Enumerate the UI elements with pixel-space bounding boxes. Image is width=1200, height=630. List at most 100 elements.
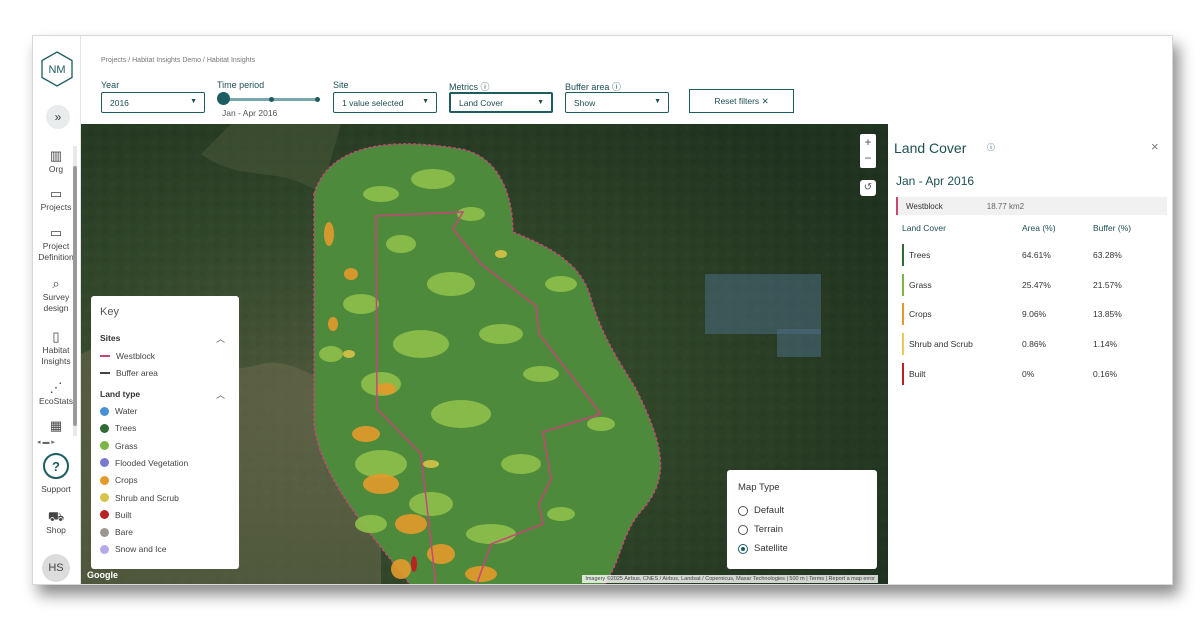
column-header-area: Area (%) [1022,223,1056,233]
legend-item: Flooded Vegetation [100,458,188,468]
water-area [777,329,821,357]
radio-selected-icon[interactable] [738,543,748,554]
year-label: Year [101,80,120,90]
table-row: Grass 25.47% 21.57% [902,273,1162,296]
question-icon: ? [52,458,60,474]
table-cell-area: 64.61% [1022,250,1051,260]
color-swatch [100,510,109,520]
sidebar-horizontal-scrollbar[interactable]: ◂ ▬ ▸ [37,438,55,446]
zoom-out-button[interactable]: − [860,150,876,166]
sites-heading: Sites [100,333,121,343]
sidebar-item-label: EcoStats [38,396,74,406]
legend-item: Grass [100,441,138,451]
map-type-title: Map Type [738,482,780,493]
sidebar-item-label: Survey design [42,292,70,313]
table-cell-name: Shrub and Scrub [909,339,973,350]
table-row: Crops 9.06% 13.85% [902,303,1162,326]
close-icon: ✕ [761,95,769,106]
table-row: Built 0% 0.16% [902,362,1162,385]
reset-filters-button[interactable]: Reset filters ✕ [689,89,794,113]
support-label: Support [41,484,71,494]
sidebar-item-label: Projects [40,202,72,212]
slider-handle[interactable] [217,92,230,105]
app-window: NM » ▥ Org ▭ Projects ▭ Project Definiti… [32,35,1173,585]
column-header-land-cover: Land Cover [902,223,946,233]
color-swatch [100,458,109,468]
radio-icon[interactable] [738,505,748,516]
google-logo: Google [87,570,118,580]
legend-item: Trees [100,423,136,433]
map-type-default[interactable]: Default [738,505,784,516]
color-swatch [100,406,109,416]
legend-item: Buffer area [100,368,158,378]
history-button[interactable]: ↺ [860,180,876,196]
svg-text:NM: NM [48,64,65,76]
map-type-terrain[interactable]: Terrain [738,524,783,535]
buffer-area-select[interactable]: Show ▼ [565,92,669,113]
site-name: Westblock [906,201,943,211]
map-key: Key Sites ︿ Westblock Buffer area Land t… [91,296,239,569]
zoom-in-button[interactable]: + [860,134,876,150]
table-cell-name: Trees [909,250,931,260]
expand-sidebar-button[interactable]: » [46,105,70,129]
legend-item: Water [100,406,137,416]
land-cover-panel: Land Cover ⓘ × Jan - Apr 2016 Westblock … [888,124,1172,584]
chevron-up-icon[interactable]: ︿ [216,388,225,401]
sidebar-item-label: Habitat Insights [41,345,71,366]
map-type-satellite[interactable]: Satellite [738,543,788,554]
site-label: Site [333,80,349,90]
radio-icon[interactable] [738,524,748,535]
close-icon[interactable]: × [1151,139,1159,154]
support-button[interactable]: ? [43,453,69,479]
sidebar-item-label: Org [48,164,64,174]
chevron-down-icon: ▼ [654,98,661,105]
zoom-control[interactable]: + − [860,134,876,168]
panel-period: Jan - Apr 2016 [896,174,975,188]
table-cell-buffer: 1.14% [1093,339,1118,350]
color-bar [902,303,904,326]
legend-label: Crops [115,475,138,486]
legend-item: Shrub and Scrub [100,493,179,503]
buffer-area-value: Show [574,97,596,108]
metrics-select[interactable]: Land Cover ▼ [449,92,553,113]
slider-tick [315,97,320,102]
site-select[interactable]: 1 value selected ▼ [333,92,437,113]
panel-title: Land Cover [894,140,967,156]
sidebar-item-label: Shop [46,525,66,535]
slider-tick [269,97,274,102]
legend-label: Grass [115,440,138,451]
table-cell-buffer: 21.57% [1093,279,1122,290]
site-area: 18.77 km2 [986,201,1025,211]
color-swatch [100,423,109,433]
time-period-label: Time period [217,80,265,90]
table-row: Trees 64.61% 63.28% [902,244,1162,266]
table-cell-name: Crops [909,309,932,320]
sidebar-item-shop[interactable]: ⛟ Shop [33,509,79,536]
sidebar-item-label: Project Definition [38,241,74,262]
color-swatch [100,527,109,537]
column-header-buffer: Buffer (%) [1093,223,1132,233]
avatar[interactable]: HS [42,554,70,582]
color-swatch [100,475,109,485]
filter-bar: Projects / Habitat Insights Demo / Habit… [81,36,1172,124]
cart-icon: ⛟ [47,509,65,524]
table-cell-name: Grass [909,279,932,290]
map-canvas[interactable]: + − ↺ Key Sites ︿ Westblock Buffer area … [81,124,888,584]
help-icon[interactable]: ⓘ [612,82,621,92]
logo[interactable]: NM [41,51,73,87]
year-select[interactable]: 2016 ▼ [101,92,205,113]
legend-item: Snow and Ice [100,544,167,554]
metrics-value: Land Cover [459,97,503,108]
history-icon: ↺ [863,182,873,193]
legend-label: Snow and Ice [115,544,167,555]
help-icon[interactable]: ⓘ [987,142,995,153]
legend-label: Shrub and Scrub [115,492,179,503]
breadcrumb[interactable]: Projects / Habitat Insights Demo / Habit… [101,57,255,64]
built-patch [411,556,417,572]
chevron-up-icon[interactable]: ︿ [216,332,225,345]
table-cell-buffer: 63.28% [1093,250,1122,260]
help-icon[interactable]: ⓘ [481,82,490,92]
legend-label: Built [115,509,132,520]
map-attribution[interactable]: Imagery ©2025 Airbus, CNES / Airbus, Lan… [582,575,878,583]
sidebar-scrollbar[interactable] [73,146,77,436]
